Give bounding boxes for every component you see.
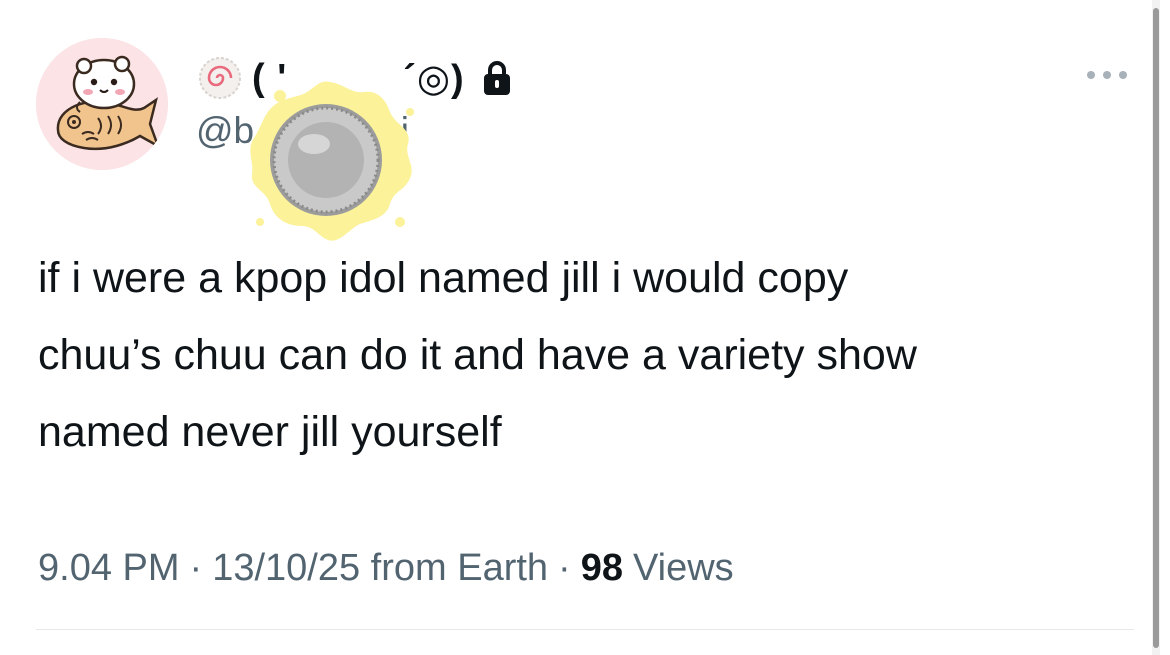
divider — [36, 629, 1134, 630]
more-options-button[interactable] — [1082, 60, 1132, 90]
lock-icon — [483, 61, 510, 95]
tweet-text: if i were a kpop idol named jill i would… — [38, 240, 1118, 471]
tweet-meta: 9.04 PM · 13/10/25 from Earth · 98 Views — [38, 540, 734, 596]
coin-splash-sticker — [250, 81, 414, 241]
hamster-on-taiyaki-avatar — [36, 38, 168, 170]
tweet-date-source[interactable]: 13/10/25 from Earth — [212, 547, 548, 590]
more-options-icon — [1087, 71, 1127, 79]
views-count[interactable]: 98 — [581, 547, 623, 590]
views-label[interactable]: Views — [633, 547, 734, 590]
tweet-text-line: named never jill yourself — [38, 408, 502, 456]
tweet-text-line: chuu’s chuu can do it and have a variety… — [38, 331, 917, 379]
narutomaki-badge-icon — [199, 57, 241, 99]
meta-separator: · — [189, 546, 203, 589]
tweet-text-line: if i were a kpop idol named jill i would… — [38, 254, 849, 302]
avatar[interactable] — [36, 38, 168, 170]
tweet-time[interactable]: 9.04 PM — [38, 547, 180, 590]
tweet-card: ( ' ´◎) @b i if i were a kp — [0, 0, 1170, 655]
scrollbar[interactable] — [1153, 8, 1159, 648]
meta-separator: · — [558, 546, 571, 589]
